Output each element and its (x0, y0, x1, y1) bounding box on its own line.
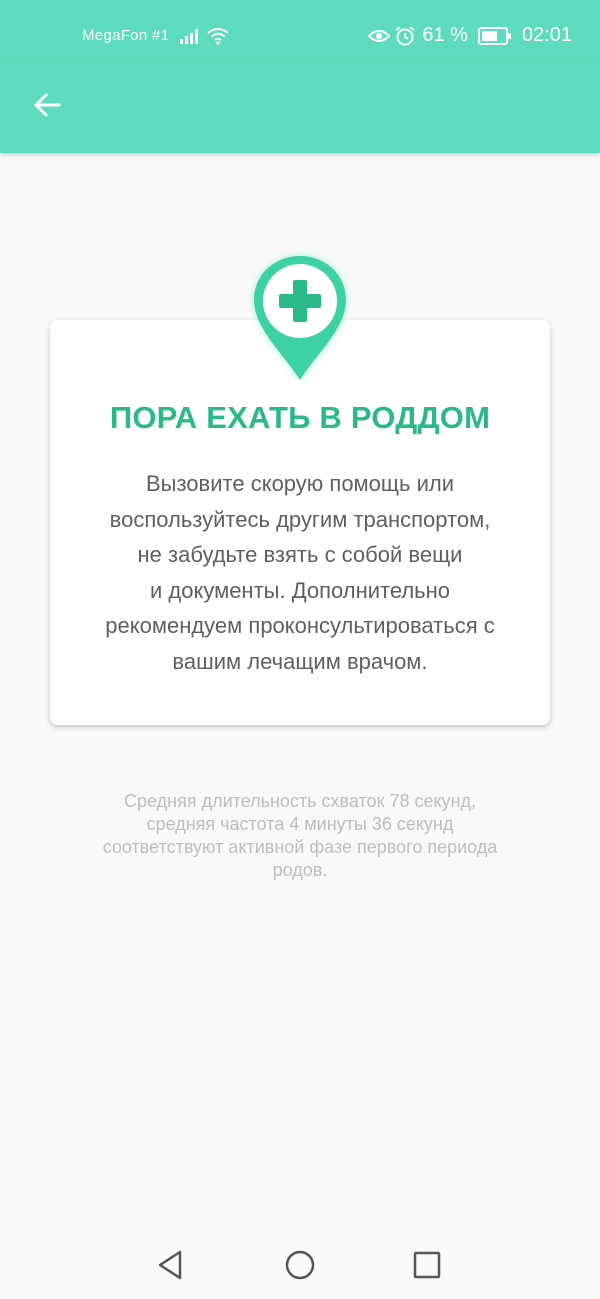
nav-back-button[interactable] (154, 1248, 188, 1282)
back-triangle-icon (154, 1250, 188, 1286)
signal-icon (179, 27, 201, 50)
contraction-stats-text: Средняя длительность схваток 78 секунд, … (60, 790, 540, 882)
alarm-icon (394, 25, 416, 47)
wifi-icon (206, 26, 230, 51)
footnote-line: средняя частота 4 минуты 36 секунд (146, 814, 454, 834)
footnote-line: Средняя длительность схваток 78 секунд, (124, 791, 476, 811)
footnote-line: соответствуют активной фазе первого пери… (102, 837, 498, 857)
clock: 02:01 (521, 24, 572, 46)
card-body: Вызовите скорую помощь или воспользуйтес… (70, 466, 530, 680)
system-nav-bar (0, 1230, 600, 1299)
carrier-name: MegaFon #1 (82, 27, 170, 44)
battery-icon (477, 26, 512, 45)
battery-percent: 61 % (422, 24, 468, 46)
card-body-line: вашим лечащим врачом. (172, 648, 428, 674)
nav-home-button[interactable] (283, 1248, 317, 1282)
nav-recents-button[interactable] (410, 1248, 444, 1282)
card-body-line: Вызовите скорую помощь или (145, 471, 455, 496)
app-bar (0, 60, 600, 153)
recents-square-icon (410, 1251, 444, 1286)
card-body-line: не забудьте взять с собой вещи (137, 542, 463, 568)
home-circle-icon (283, 1250, 317, 1286)
medical-location-pin-icon (238, 248, 362, 390)
card-body-line: воспользуйтесь другим транспортом, (109, 506, 491, 532)
eye-icon (368, 28, 391, 44)
footnote-line: родов. (272, 860, 328, 880)
card-body-line: рекомендуем проконсультироваться с (105, 613, 495, 639)
arrow-left-icon (32, 90, 62, 125)
card-body-line: и документы. Дополнительно (149, 577, 451, 603)
back-button[interactable] (26, 86, 68, 128)
card-title: ПОРА ЕХАТЬ В РОДДОМ (109, 400, 491, 435)
